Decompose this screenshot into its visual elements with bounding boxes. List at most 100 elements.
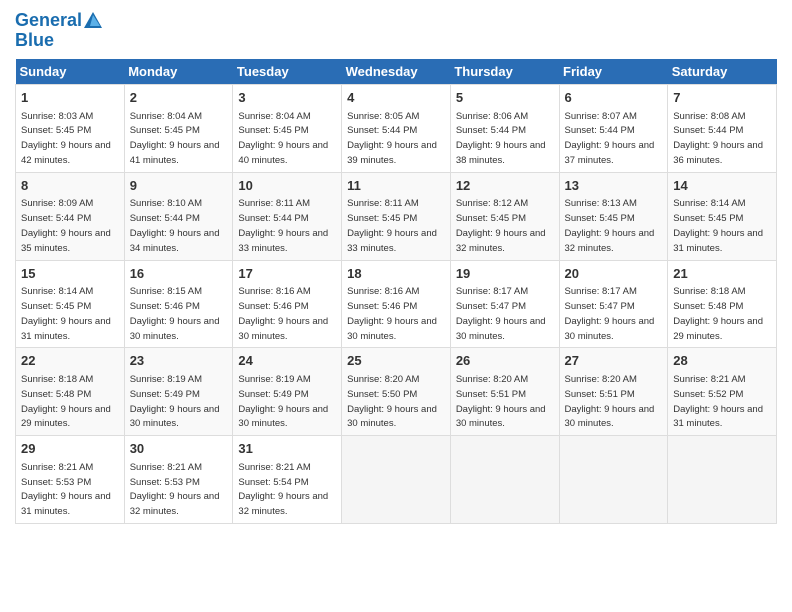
logo-icon xyxy=(82,10,104,32)
logo-blue: Blue xyxy=(15,30,104,51)
col-header-wednesday: Wednesday xyxy=(342,59,451,85)
day-number: 12 xyxy=(456,177,554,195)
day-number: 27 xyxy=(565,352,663,370)
logo-text: General xyxy=(15,11,82,31)
calendar-cell: 27 Sunrise: 8:20 AMSunset: 5:51 PMDaylig… xyxy=(559,348,668,436)
week-row-1: 1 Sunrise: 8:03 AMSunset: 5:45 PMDayligh… xyxy=(16,85,777,173)
col-header-tuesday: Tuesday xyxy=(233,59,342,85)
calendar-cell: 7 Sunrise: 8:08 AMSunset: 5:44 PMDayligh… xyxy=(668,85,777,173)
calendar-cell: 3 Sunrise: 8:04 AMSunset: 5:45 PMDayligh… xyxy=(233,85,342,173)
day-number: 9 xyxy=(130,177,228,195)
col-header-thursday: Thursday xyxy=(450,59,559,85)
cell-content: Sunrise: 8:12 AMSunset: 5:45 PMDaylight:… xyxy=(456,198,546,253)
logo: General Blue xyxy=(15,10,104,51)
cell-content: Sunrise: 8:21 AMSunset: 5:53 PMDaylight:… xyxy=(130,462,220,517)
day-number: 24 xyxy=(238,352,336,370)
day-number: 13 xyxy=(565,177,663,195)
day-number: 30 xyxy=(130,440,228,458)
calendar-cell: 18 Sunrise: 8:16 AMSunset: 5:46 PMDaylig… xyxy=(342,260,451,348)
calendar-cell: 28 Sunrise: 8:21 AMSunset: 5:52 PMDaylig… xyxy=(668,348,777,436)
calendar-cell: 6 Sunrise: 8:07 AMSunset: 5:44 PMDayligh… xyxy=(559,85,668,173)
calendar-table: SundayMondayTuesdayWednesdayThursdayFrid… xyxy=(15,59,777,524)
cell-content: Sunrise: 8:20 AMSunset: 5:50 PMDaylight:… xyxy=(347,374,437,429)
calendar-cell: 4 Sunrise: 8:05 AMSunset: 5:44 PMDayligh… xyxy=(342,85,451,173)
calendar-cell: 16 Sunrise: 8:15 AMSunset: 5:46 PMDaylig… xyxy=(124,260,233,348)
header: General Blue xyxy=(15,10,777,51)
calendar-cell: 2 Sunrise: 8:04 AMSunset: 5:45 PMDayligh… xyxy=(124,85,233,173)
cell-content: Sunrise: 8:05 AMSunset: 5:44 PMDaylight:… xyxy=(347,111,437,166)
cell-content: Sunrise: 8:04 AMSunset: 5:45 PMDaylight:… xyxy=(238,111,328,166)
col-header-friday: Friday xyxy=(559,59,668,85)
cell-content: Sunrise: 8:11 AMSunset: 5:45 PMDaylight:… xyxy=(347,198,437,253)
calendar-cell xyxy=(668,436,777,524)
cell-content: Sunrise: 8:08 AMSunset: 5:44 PMDaylight:… xyxy=(673,111,763,166)
week-row-3: 15 Sunrise: 8:14 AMSunset: 5:45 PMDaylig… xyxy=(16,260,777,348)
cell-content: Sunrise: 8:07 AMSunset: 5:44 PMDaylight:… xyxy=(565,111,655,166)
calendar-cell: 8 Sunrise: 8:09 AMSunset: 5:44 PMDayligh… xyxy=(16,172,125,260)
day-number: 20 xyxy=(565,265,663,283)
cell-content: Sunrise: 8:14 AMSunset: 5:45 PMDaylight:… xyxy=(21,286,111,341)
calendar-cell: 24 Sunrise: 8:19 AMSunset: 5:49 PMDaylig… xyxy=(233,348,342,436)
day-number: 8 xyxy=(21,177,119,195)
cell-content: Sunrise: 8:13 AMSunset: 5:45 PMDaylight:… xyxy=(565,198,655,253)
day-number: 16 xyxy=(130,265,228,283)
cell-content: Sunrise: 8:09 AMSunset: 5:44 PMDaylight:… xyxy=(21,198,111,253)
calendar-cell: 1 Sunrise: 8:03 AMSunset: 5:45 PMDayligh… xyxy=(16,85,125,173)
cell-content: Sunrise: 8:18 AMSunset: 5:48 PMDaylight:… xyxy=(21,374,111,429)
day-number: 18 xyxy=(347,265,445,283)
week-row-2: 8 Sunrise: 8:09 AMSunset: 5:44 PMDayligh… xyxy=(16,172,777,260)
day-number: 31 xyxy=(238,440,336,458)
calendar-cell: 30 Sunrise: 8:21 AMSunset: 5:53 PMDaylig… xyxy=(124,436,233,524)
cell-content: Sunrise: 8:15 AMSunset: 5:46 PMDaylight:… xyxy=(130,286,220,341)
calendar-cell xyxy=(559,436,668,524)
calendar-page: General Blue SundayMondayTuesdayWednesda… xyxy=(0,0,792,612)
day-number: 14 xyxy=(673,177,771,195)
day-number: 11 xyxy=(347,177,445,195)
calendar-cell: 19 Sunrise: 8:17 AMSunset: 5:47 PMDaylig… xyxy=(450,260,559,348)
col-header-sunday: Sunday xyxy=(16,59,125,85)
cell-content: Sunrise: 8:18 AMSunset: 5:48 PMDaylight:… xyxy=(673,286,763,341)
day-number: 22 xyxy=(21,352,119,370)
calendar-cell: 9 Sunrise: 8:10 AMSunset: 5:44 PMDayligh… xyxy=(124,172,233,260)
calendar-cell: 20 Sunrise: 8:17 AMSunset: 5:47 PMDaylig… xyxy=(559,260,668,348)
calendar-cell: 10 Sunrise: 8:11 AMSunset: 5:44 PMDaylig… xyxy=(233,172,342,260)
calendar-cell: 26 Sunrise: 8:20 AMSunset: 5:51 PMDaylig… xyxy=(450,348,559,436)
day-number: 2 xyxy=(130,89,228,107)
calendar-cell: 15 Sunrise: 8:14 AMSunset: 5:45 PMDaylig… xyxy=(16,260,125,348)
calendar-cell: 17 Sunrise: 8:16 AMSunset: 5:46 PMDaylig… xyxy=(233,260,342,348)
cell-content: Sunrise: 8:03 AMSunset: 5:45 PMDaylight:… xyxy=(21,111,111,166)
day-number: 3 xyxy=(238,89,336,107)
day-number: 21 xyxy=(673,265,771,283)
day-number: 7 xyxy=(673,89,771,107)
cell-content: Sunrise: 8:11 AMSunset: 5:44 PMDaylight:… xyxy=(238,198,328,253)
calendar-cell: 23 Sunrise: 8:19 AMSunset: 5:49 PMDaylig… xyxy=(124,348,233,436)
col-header-monday: Monday xyxy=(124,59,233,85)
day-number: 19 xyxy=(456,265,554,283)
week-row-4: 22 Sunrise: 8:18 AMSunset: 5:48 PMDaylig… xyxy=(16,348,777,436)
day-number: 5 xyxy=(456,89,554,107)
calendar-cell: 14 Sunrise: 8:14 AMSunset: 5:45 PMDaylig… xyxy=(668,172,777,260)
calendar-cell: 31 Sunrise: 8:21 AMSunset: 5:54 PMDaylig… xyxy=(233,436,342,524)
col-header-saturday: Saturday xyxy=(668,59,777,85)
cell-content: Sunrise: 8:19 AMSunset: 5:49 PMDaylight:… xyxy=(238,374,328,429)
cell-content: Sunrise: 8:10 AMSunset: 5:44 PMDaylight:… xyxy=(130,198,220,253)
day-number: 25 xyxy=(347,352,445,370)
cell-content: Sunrise: 8:17 AMSunset: 5:47 PMDaylight:… xyxy=(456,286,546,341)
cell-content: Sunrise: 8:14 AMSunset: 5:45 PMDaylight:… xyxy=(673,198,763,253)
calendar-cell: 22 Sunrise: 8:18 AMSunset: 5:48 PMDaylig… xyxy=(16,348,125,436)
cell-content: Sunrise: 8:04 AMSunset: 5:45 PMDaylight:… xyxy=(130,111,220,166)
day-number: 23 xyxy=(130,352,228,370)
calendar-cell: 29 Sunrise: 8:21 AMSunset: 5:53 PMDaylig… xyxy=(16,436,125,524)
calendar-cell: 21 Sunrise: 8:18 AMSunset: 5:48 PMDaylig… xyxy=(668,260,777,348)
cell-content: Sunrise: 8:06 AMSunset: 5:44 PMDaylight:… xyxy=(456,111,546,166)
day-number: 10 xyxy=(238,177,336,195)
calendar-cell: 5 Sunrise: 8:06 AMSunset: 5:44 PMDayligh… xyxy=(450,85,559,173)
cell-content: Sunrise: 8:16 AMSunset: 5:46 PMDaylight:… xyxy=(238,286,328,341)
day-number: 26 xyxy=(456,352,554,370)
calendar-cell: 12 Sunrise: 8:12 AMSunset: 5:45 PMDaylig… xyxy=(450,172,559,260)
day-number: 6 xyxy=(565,89,663,107)
calendar-cell: 13 Sunrise: 8:13 AMSunset: 5:45 PMDaylig… xyxy=(559,172,668,260)
calendar-cell: 11 Sunrise: 8:11 AMSunset: 5:45 PMDaylig… xyxy=(342,172,451,260)
cell-content: Sunrise: 8:20 AMSunset: 5:51 PMDaylight:… xyxy=(456,374,546,429)
cell-content: Sunrise: 8:17 AMSunset: 5:47 PMDaylight:… xyxy=(565,286,655,341)
